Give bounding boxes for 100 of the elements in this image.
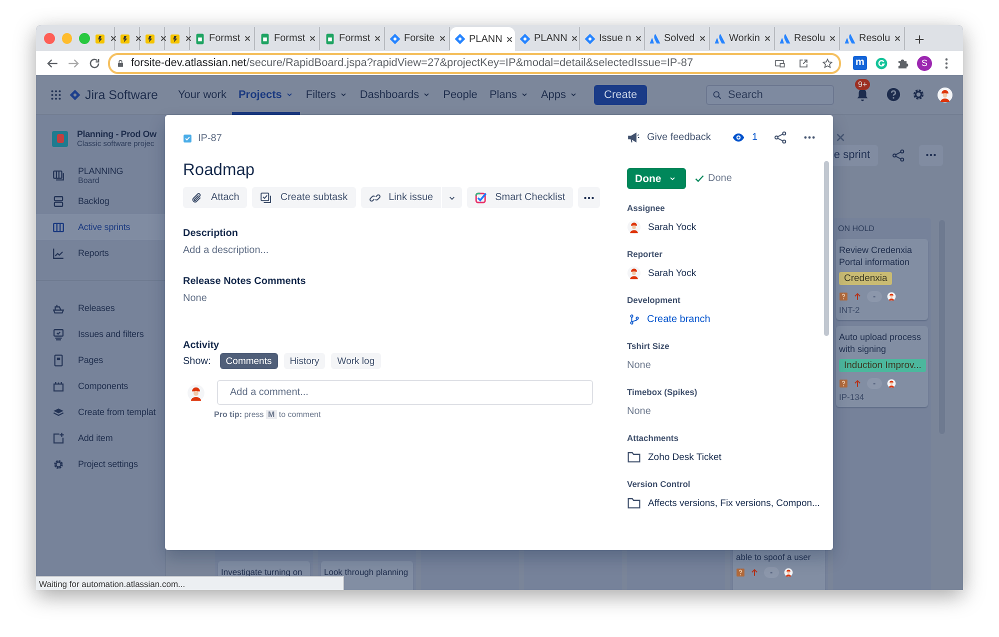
browser-tab[interactable]: Issue n bbox=[580, 27, 645, 50]
more-button[interactable] bbox=[578, 187, 600, 208]
logo-icon[interactable] bbox=[69, 88, 81, 100]
new-tab-icon[interactable] bbox=[914, 34, 925, 45]
nav-item[interactable]: Your work bbox=[172, 74, 232, 114]
browser-tab[interactable]: Formst bbox=[190, 27, 255, 50]
close-icon[interactable] bbox=[438, 34, 447, 43]
profile-avatar[interactable]: S bbox=[917, 56, 932, 70]
issue-card[interactable]: Auto upload process with signing Induction Improv... - IP-134 bbox=[836, 326, 928, 407]
description-field[interactable]: Add a description... bbox=[183, 245, 593, 256]
issue-title[interactable]: Roadmap bbox=[183, 160, 593, 180]
extension-button[interactable]: m bbox=[853, 56, 867, 70]
folder-name[interactable]: Zoho Desk Ticket bbox=[648, 452, 722, 462]
notification-icon[interactable] bbox=[855, 87, 870, 102]
issue-key[interactable]: IP-87 bbox=[198, 132, 222, 144]
field-value[interactable]: None bbox=[627, 406, 651, 416]
address-bar[interactable]: forsite-dev.atlassian.net/secure/RapidBoard.jspa?rapidView=27&projectKey=IP&modal=detail&selectedIssue=IP-87 bbox=[108, 52, 841, 74]
sidebar-item[interactable]: Reports bbox=[36, 240, 165, 266]
nav-item[interactable]: People bbox=[437, 74, 484, 114]
close-icon[interactable] bbox=[243, 34, 252, 43]
sidebar-item[interactable]: Add item bbox=[36, 425, 165, 451]
field-value[interactable]: None bbox=[627, 360, 651, 370]
settings-icon[interactable] bbox=[911, 87, 926, 102]
puzzle-icon[interactable] bbox=[896, 56, 909, 70]
watch-button[interactable]: 1 bbox=[732, 130, 758, 144]
share-icon[interactable] bbox=[892, 148, 905, 162]
user-avatar[interactable] bbox=[937, 86, 953, 102]
activity-filter[interactable]: Work log bbox=[331, 353, 381, 369]
close-icon[interactable] bbox=[373, 34, 382, 43]
help-icon[interactable] bbox=[886, 87, 901, 102]
browser-tab[interactable]: Formst bbox=[320, 27, 385, 50]
action-button[interactable]: Attach bbox=[183, 187, 248, 208]
sidebar-item[interactable]: Issues and filters bbox=[36, 321, 165, 347]
star-icon[interactable] bbox=[822, 58, 833, 68]
create-branch-link[interactable]: Create branch bbox=[647, 314, 710, 324]
sprint-button[interactable]: e sprint bbox=[830, 144, 878, 166]
comment-field[interactable]: Add a comment... bbox=[217, 380, 593, 405]
activity-filter[interactable]: History bbox=[284, 353, 326, 369]
browser-tab[interactable]: Resolu bbox=[775, 27, 840, 50]
close-icon[interactable] bbox=[828, 34, 838, 43]
reload-icon[interactable] bbox=[88, 56, 101, 70]
scrollbar-thumb[interactable] bbox=[824, 161, 829, 336]
sidebar-item[interactable]: Pages bbox=[36, 347, 165, 373]
sidebar-item[interactable]: Active sprints bbox=[36, 214, 165, 240]
action-button[interactable]: Create subtask bbox=[252, 187, 356, 208]
close-icon[interactable] bbox=[184, 34, 193, 43]
feedback-button[interactable]: Give feedback bbox=[627, 130, 711, 144]
action-button[interactable]: Smart Checklist bbox=[467, 187, 574, 208]
status-button[interactable]: Done bbox=[627, 168, 686, 189]
browser-tab[interactable]: Formst bbox=[255, 27, 320, 50]
sidebar-item[interactable]: Releases bbox=[36, 295, 165, 321]
nav-item[interactable]: Dashboards bbox=[354, 74, 438, 114]
close-icon[interactable] bbox=[505, 34, 514, 44]
folder-name[interactable]: Affects versions, Fix versions, Compon... bbox=[648, 498, 820, 508]
product-name[interactable]: Jira Software bbox=[85, 88, 158, 102]
back-icon[interactable] bbox=[46, 56, 59, 70]
close-icon[interactable] bbox=[698, 34, 707, 43]
user-name[interactable]: Sarah Yock bbox=[648, 268, 696, 278]
nav-item[interactable]: Apps bbox=[534, 74, 584, 114]
action-button[interactable]: Link issue bbox=[360, 187, 442, 208]
issue-card[interactable]: Review Credenxia Portal information Credenxia - INT-2 bbox=[836, 239, 928, 320]
activity-filter[interactable]: Comments bbox=[220, 353, 278, 369]
browser-tab[interactable]: PLANN bbox=[450, 27, 515, 51]
nav-item[interactable]: Plans bbox=[483, 74, 535, 114]
folder-icon bbox=[627, 450, 641, 464]
sidebar-item[interactable]: Project settings bbox=[36, 451, 165, 477]
screen-icon[interactable] bbox=[774, 58, 785, 68]
nav-item[interactable]: Filters bbox=[300, 74, 354, 114]
sidebar-item[interactable]: PLANNING Board bbox=[36, 162, 165, 188]
close-icon[interactable] bbox=[762, 34, 772, 43]
create-button[interactable]: Create bbox=[594, 84, 648, 104]
sidebar-item[interactable]: Components bbox=[36, 373, 165, 399]
browser-tab[interactable]: PLANN bbox=[515, 27, 580, 50]
user-avatar bbox=[627, 266, 641, 280]
window-control-dot[interactable] bbox=[44, 32, 55, 44]
megaphone-icon bbox=[627, 130, 640, 144]
share-icon[interactable] bbox=[774, 130, 786, 144]
task-icon bbox=[183, 134, 192, 142]
close-icon[interactable] bbox=[634, 34, 644, 43]
browser-tab[interactable]: Resolu bbox=[840, 27, 905, 50]
browser-tab[interactable]: Solved bbox=[645, 27, 710, 50]
user-name[interactable]: Sarah Yock bbox=[648, 222, 696, 232]
item-sublabel: Board bbox=[78, 176, 100, 184]
search-field[interactable]: Search bbox=[706, 84, 834, 104]
close-icon[interactable] bbox=[570, 34, 580, 43]
window-control-dot[interactable] bbox=[79, 32, 90, 44]
browser-tab[interactable]: Workin bbox=[710, 27, 775, 50]
close-icon[interactable] bbox=[109, 34, 118, 43]
sidebar-item[interactable]: Backlog bbox=[36, 188, 165, 214]
document-icon bbox=[194, 32, 206, 44]
tab-title: Formst bbox=[339, 33, 370, 44]
sidebar-item[interactable]: Create from templat bbox=[36, 399, 165, 425]
close-icon[interactable] bbox=[893, 34, 902, 43]
close-icon[interactable] bbox=[134, 34, 143, 43]
app-switcher-icon[interactable] bbox=[50, 88, 62, 100]
open-in-window-icon[interactable] bbox=[798, 58, 809, 68]
window-control-dot[interactable] bbox=[62, 32, 72, 44]
close-icon[interactable] bbox=[308, 34, 318, 43]
close-icon[interactable] bbox=[159, 34, 168, 43]
card-title: Review Credenxia Portal information bbox=[839, 244, 914, 268]
